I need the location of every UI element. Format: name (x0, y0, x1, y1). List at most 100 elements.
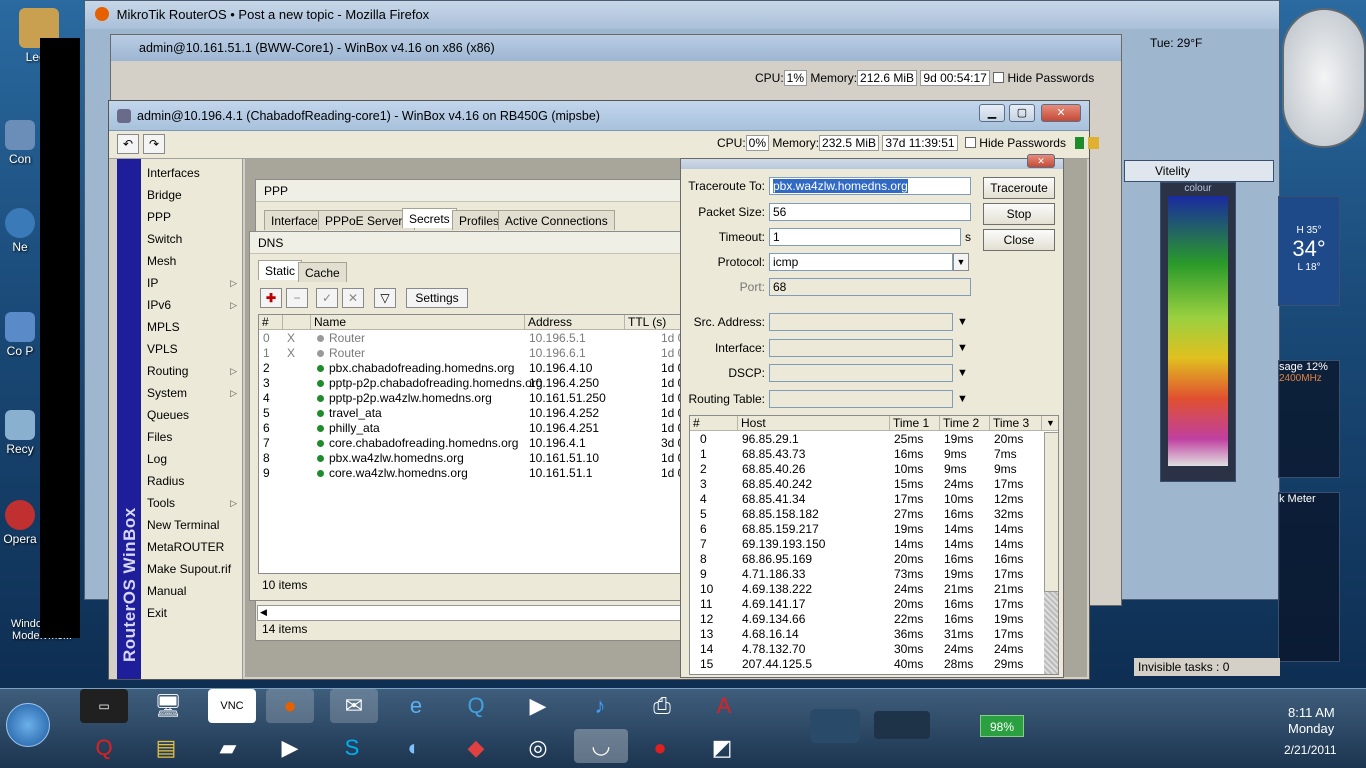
menu-item-system[interactable]: System ▷ (147, 383, 241, 403)
table-row[interactable]: 0 96.85.29.1 25ms 19ms 20ms (690, 432, 1042, 447)
tray-briefcase-icon[interactable] (810, 709, 860, 743)
taskbar-itunes[interactable]: ♪ (576, 689, 624, 723)
desktop-icon-network[interactable]: Ne (0, 208, 40, 254)
enable-icon[interactable]: ✓ (316, 288, 338, 308)
src-address-input[interactable] (769, 313, 953, 331)
column-header-num[interactable]: # (259, 315, 283, 330)
taskbar-cd[interactable]: ◎ (514, 731, 562, 765)
table-row[interactable]: 2 pbx.chabadofreading.homedns.org 10.196.4… (259, 361, 685, 376)
menu-item-log[interactable]: Log (147, 449, 241, 469)
traceroute-window[interactable]: ✕ Traceroute To: pbx.wa4zlw.homedns.org … (680, 154, 1064, 678)
menu-item-switch[interactable]: Switch (147, 229, 241, 249)
table-row[interactable]: 4 pptp-p2p.wa4zlw.homedns.org 10.161.51.25… (259, 391, 685, 406)
taskbar-vnc[interactable]: VNC (208, 689, 256, 723)
tab-static[interactable]: Static (258, 260, 303, 280)
taskbar-cmd[interactable]: ▭ (80, 689, 128, 723)
menu-item-ppp[interactable]: PPP (147, 207, 241, 227)
table-row[interactable]: 2 68.85.40.26 10ms 9ms 9ms (690, 462, 1042, 477)
settings-button[interactable]: Settings (406, 288, 468, 308)
minimize-button[interactable]: ▁ (979, 104, 1005, 122)
colour-gadget[interactable]: colour (1160, 182, 1236, 482)
menu-item-interfaces[interactable]: Interfaces (147, 163, 241, 183)
taskbar-laptop[interactable]: ▰ (204, 731, 252, 765)
menu-item-metarouter[interactable]: MetaROUTER (147, 537, 241, 557)
protocol-dropdown-icon[interactable]: ▼ (953, 253, 969, 271)
traceroute-start-button[interactable]: Traceroute (983, 177, 1055, 199)
dns-window[interactable]: DNS Static Cache ✚ − ✓ ✕ ▽ Settings # Na… (249, 231, 689, 601)
battery-indicator[interactable]: 98% (980, 715, 1024, 737)
scroll-left-icon[interactable]: ◀ (260, 607, 267, 618)
routing-table-dropdown-icon[interactable]: ▼ (957, 393, 968, 405)
taskbar-vm[interactable]: ◐ (390, 731, 438, 765)
table-row[interactable]: 9 4.71.186.33 73ms 19ms 17ms (690, 567, 1042, 582)
table-row[interactable]: 5 68.85.158.182 27ms 16ms 32ms (690, 507, 1042, 522)
taskbar-media[interactable]: ▶ (514, 689, 562, 723)
close-button[interactable]: ✕ (1041, 104, 1081, 122)
colour-swatch-grid[interactable] (1168, 196, 1228, 466)
horizontal-scrollbar[interactable]: ◀ (257, 605, 685, 621)
taskbar-winbox[interactable]: ◡ (574, 729, 628, 763)
table-row[interactable]: 1 X Router 10.196.6.1 1d 0 (259, 346, 685, 361)
scrollbar-thumb[interactable] (1044, 432, 1058, 592)
interface-dropdown-icon[interactable]: ▼ (957, 342, 968, 354)
table-row[interactable]: 4 68.85.41.34 17ms 10ms 12ms (690, 492, 1042, 507)
traceroute-close-icon[interactable]: ✕ (1027, 154, 1055, 168)
column-header-name[interactable]: Name (311, 315, 525, 330)
traceroute-stop-button[interactable]: Stop (983, 203, 1055, 225)
winbox-main-titlebar[interactable]: admin@10.196.4.1 (ChabadofReading-core1)… (109, 101, 1089, 131)
table-row[interactable]: 13 4.68.16.14 36ms 31ms 17ms (690, 627, 1042, 642)
add-icon[interactable]: ✚ (260, 288, 282, 308)
table-row[interactable]: 3 pptp-p2p.chabadofreading.homedns.org 10.… (259, 376, 685, 391)
menu-item-make-supout[interactable]: Make Supout.rif (147, 559, 241, 579)
interface-input[interactable] (769, 339, 953, 357)
desktop-icon-opera[interactable]: Opera (0, 500, 40, 546)
dscp-dropdown-icon[interactable]: ▼ (957, 367, 968, 379)
disable-icon[interactable]: ✕ (342, 288, 364, 308)
table-row[interactable]: 12 4.69.134.66 22ms 16ms 19ms (690, 612, 1042, 627)
menu-item-bridge[interactable]: Bridge (147, 185, 241, 205)
undo-button[interactable]: ↶ (117, 134, 139, 154)
menu-item-ip[interactable]: IP ▷ (147, 273, 241, 293)
taskbar-player[interactable]: ▶ (266, 731, 314, 765)
taskbar-firefox[interactable]: ● (266, 689, 314, 723)
traceroute-titlebar[interactable]: ✕ (681, 154, 1063, 169)
taskbar-network[interactable]: 🖥 (144, 689, 192, 723)
menu-item-tools[interactable]: Tools ▷ (147, 493, 241, 513)
taskbar-quicktime[interactable]: Q (452, 689, 500, 723)
tab-secrets[interactable]: Secrets (402, 208, 457, 228)
column-header-address[interactable]: Address (525, 315, 625, 330)
dscp-input[interactable] (769, 364, 953, 382)
menu-item-manual[interactable]: Manual (147, 581, 241, 601)
table-row[interactable]: 8 pbx.wa4zlw.homedns.org 10.161.51.10 1d 0 (259, 451, 685, 466)
redo-button[interactable]: ↷ (143, 134, 165, 154)
taskbar-app-red[interactable]: ◆ (452, 731, 500, 765)
tab-active-connections[interactable]: Active Connections (498, 210, 615, 230)
start-button[interactable] (6, 703, 50, 747)
taskbar-record[interactable]: ● (636, 731, 684, 765)
vitelity-gadget[interactable]: Vitelity (1124, 160, 1274, 182)
table-row[interactable]: 3 68.85.40.242 15ms 24ms 17ms (690, 477, 1042, 492)
hide-passwords-checkbox[interactable] (964, 137, 976, 148)
table-row[interactable]: 5 travel_ata 10.196.4.252 1d 0 (259, 406, 685, 421)
traceroute-close-button[interactable]: Close (983, 229, 1055, 251)
table-row[interactable]: 0 X Router 10.196.5.1 1d 0 (259, 331, 685, 346)
column-header-hop[interactable]: # (690, 416, 738, 431)
remove-icon[interactable]: − (286, 288, 308, 308)
taskbar-explorer[interactable]: ▤ (142, 731, 190, 765)
table-row[interactable]: 15 207.44.125.5 40ms 28ms 29ms (690, 657, 1042, 672)
table-row[interactable]: 8 68.86.95.169 20ms 16ms 16ms (690, 552, 1042, 567)
winbox-back-titlebar[interactable]: admin@10.161.51.1 (BWW-Core1) - WinBox v… (111, 35, 1121, 61)
menu-item-vpls[interactable]: VPLS (147, 339, 241, 359)
menu-item-ipv6[interactable]: IPv6 ▷ (147, 295, 241, 315)
table-row[interactable]: 7 69.139.193.150 14ms 14ms 14ms (690, 537, 1042, 552)
table-row[interactable]: 6 68.85.159.217 19ms 14ms 14ms (690, 522, 1042, 537)
taskbar-ie[interactable]: e (392, 689, 440, 723)
column-header-flags[interactable] (283, 315, 311, 330)
hide-passwords-checkbox[interactable] (993, 72, 1005, 83)
maximize-button[interactable]: ▢ (1009, 104, 1035, 122)
taskbar-acrobat[interactable]: A (700, 689, 748, 723)
firefox-titlebar[interactable]: MikroTik RouterOS • Post a new topic - M… (85, 1, 1279, 29)
menu-item-routing[interactable]: Routing ▷ (147, 361, 241, 381)
column-header-ttl[interactable]: TTL (s) (625, 315, 685, 330)
clock-day[interactable]: Monday (1288, 721, 1334, 736)
